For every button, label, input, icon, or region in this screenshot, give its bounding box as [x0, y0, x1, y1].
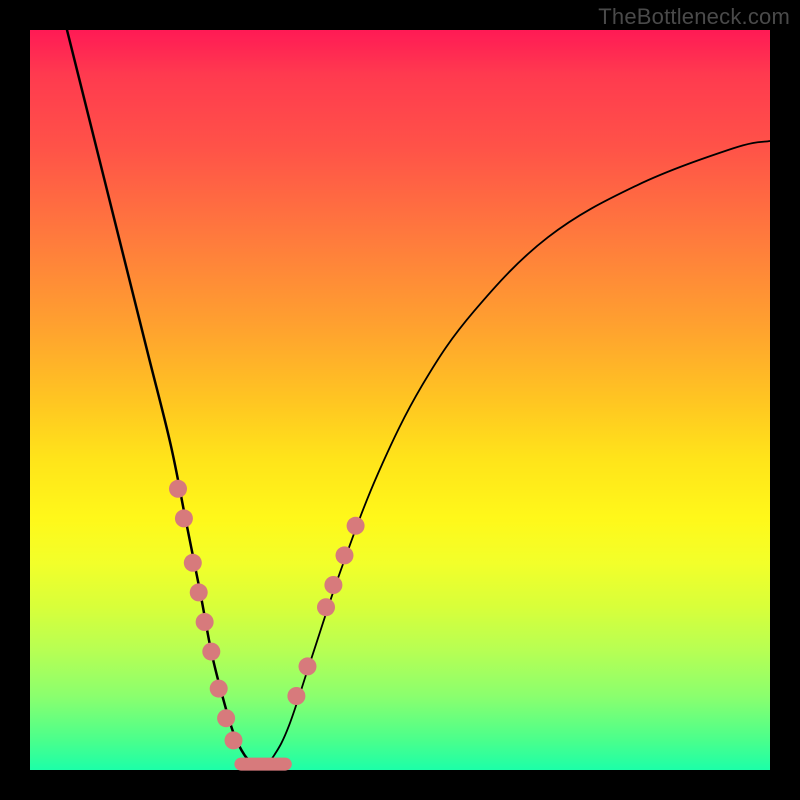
marker-dot [299, 657, 317, 675]
marker-dot [184, 554, 202, 572]
marker-dot [347, 517, 365, 535]
marker-dot [169, 480, 187, 498]
marker-dot [225, 731, 243, 749]
marker-dot [175, 509, 193, 527]
marker-dot [217, 709, 235, 727]
marker-dot [190, 583, 208, 601]
chart-stage: TheBottleneck.com [0, 0, 800, 800]
marker-dot [210, 680, 228, 698]
curve-left-branch [67, 30, 256, 766]
marker-dot [317, 598, 335, 616]
curve-right-branch [256, 141, 770, 767]
marker-dot [324, 576, 342, 594]
marker-dot [196, 613, 214, 631]
marker-dot [287, 687, 305, 705]
chart-overlay [30, 30, 770, 770]
marker-dot [336, 546, 354, 564]
marker-dot [202, 643, 220, 661]
watermark-text: TheBottleneck.com [598, 4, 790, 30]
highlight-markers [169, 480, 365, 750]
